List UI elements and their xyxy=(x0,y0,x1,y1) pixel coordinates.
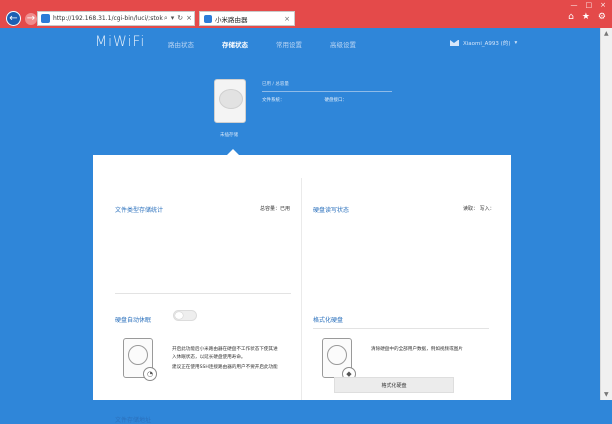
forward-button[interactable]: → xyxy=(25,13,37,25)
browser-tab[interactable]: 小米路由器 × xyxy=(199,11,295,26)
address-bar[interactable]: http://192.168.31.1/cgi-bin/luci/;stok=a… xyxy=(37,11,195,26)
file-stats-meta: 总容量：已用 xyxy=(260,206,291,212)
clock-badge-icon: ◔ xyxy=(143,367,157,381)
file-stats-divider xyxy=(115,293,291,294)
window-titlebar: — □ × xyxy=(0,0,612,9)
hdd-platter-icon xyxy=(128,345,148,365)
address-url[interactable]: http://192.168.31.1/cgi-bin/luci/;stok=a… xyxy=(53,15,163,22)
file-stats-title: 文件类型存储统计 xyxy=(115,207,164,214)
nav-advanced-settings[interactable]: 高级设置 xyxy=(330,39,356,49)
close-window-icon[interactable]: × xyxy=(600,1,606,9)
auto-sleep-toggle[interactable] xyxy=(173,310,197,321)
auto-sleep-desc-line3: 建议正在使用SSH连接路由器的用户不要开启此功能 xyxy=(172,365,278,370)
browser-icons: ⌂ ★ ⚙ xyxy=(568,12,606,22)
disk-port-label: 硬盘接口： xyxy=(324,98,348,103)
scroll-up-icon[interactable]: ▲ xyxy=(604,30,609,37)
hdd-sleep-icon: ◔ xyxy=(123,338,157,381)
top-navigation: 路由状态 存储状态 常用设置 高级设置 xyxy=(168,39,356,49)
maximize-icon[interactable]: □ xyxy=(586,1,593,9)
auto-sleep-title: 硬盘自动休眠 xyxy=(115,317,152,324)
disk-icon xyxy=(214,79,246,123)
disk-platter-icon xyxy=(219,89,243,109)
disk-rw-meta: 读取： 写入： xyxy=(463,206,495,212)
tab-label: 小米路由器 xyxy=(215,15,248,24)
nav-router-status[interactable]: 路由状态 xyxy=(168,39,194,49)
router-page: MiWiFi 路由状态 存储状态 常用设置 高级设置 Xiaomi_A993 (… xyxy=(0,28,600,424)
auto-sleep-desc-line1: 开启此功能后小米路由器在硬盘不工作状态下使其进 xyxy=(172,347,278,352)
column-divider xyxy=(301,178,302,400)
tab-close-icon[interactable]: × xyxy=(284,15,290,23)
disk-usage-line: 已用 / 总容量 xyxy=(262,81,392,92)
nav-storage-status[interactable]: 存储状态 xyxy=(222,39,248,49)
file-system-label: 文件系统： xyxy=(262,98,285,103)
hdd-platter-icon xyxy=(327,345,347,365)
disk-info: 已用 / 总容量 文件系统： 硬盘接口： xyxy=(262,81,392,103)
forward-arrow-icon: → xyxy=(26,13,36,24)
nav-common-settings[interactable]: 常用设置 xyxy=(276,39,302,49)
refresh-icon[interactable]: ↻ xyxy=(177,14,183,23)
miwifi-logo[interactable]: MiWiFi xyxy=(95,34,145,50)
hdd-format-icon: ◆ xyxy=(322,338,356,381)
dropdown-icon[interactable]: ▾ xyxy=(171,14,175,23)
format-title: 格式化硬盘 xyxy=(313,317,344,324)
back-arrow-icon: ← xyxy=(9,12,18,24)
chevron-down-icon[interactable]: ▾ xyxy=(514,40,517,46)
auto-sleep-desc-line2: 入休眠状态，以延长硬盘使用寿命。 xyxy=(172,355,246,360)
mail-icon[interactable] xyxy=(450,40,459,46)
auto-sleep-description: 开启此功能后小米路由器在硬盘不工作状态下使其进 入休眠状态，以延长硬盘使用寿命。… xyxy=(172,346,297,372)
disk-status-label: 未插存储 xyxy=(220,133,238,138)
favorites-star-icon[interactable]: ★ xyxy=(582,12,590,22)
user-menu[interactable]: Xiaomi_A993 (的) ▾ xyxy=(450,39,517,47)
disk-rw-title: 硬盘读写状态 xyxy=(313,207,350,214)
stop-icon[interactable]: × xyxy=(186,14,192,23)
address-tools: ⌕ ▾ ↻ × xyxy=(164,14,192,23)
format-disk-button[interactable]: 格式化硬盘 xyxy=(334,377,454,393)
search-icon[interactable]: ⌕ xyxy=(164,14,168,23)
settings-gear-icon[interactable]: ⚙ xyxy=(598,12,606,22)
browser-toolbar: ← → http://192.168.31.1/cgi-bin/luci/;st… xyxy=(0,9,612,28)
toggle-knob xyxy=(175,312,183,319)
format-description: 清除硬盘中的全部用户数据，例如视频或图片 xyxy=(371,347,463,352)
minimize-icon[interactable]: — xyxy=(571,1,578,9)
vertical-scrollbar[interactable]: ▲ ▼ xyxy=(600,28,612,400)
back-button[interactable]: ← xyxy=(6,11,21,26)
scroll-down-icon[interactable]: ▼ xyxy=(604,391,609,398)
window-controls: — □ × xyxy=(571,0,607,9)
home-icon[interactable]: ⌂ xyxy=(568,12,574,22)
user-name[interactable]: Xiaomi_A993 (的) xyxy=(463,39,510,47)
site-favicon-icon xyxy=(41,14,50,23)
tab-favicon-icon xyxy=(204,14,212,23)
storage-address-title: 文件存储地址 xyxy=(115,417,152,424)
format-divider xyxy=(313,328,489,329)
storage-card: 文件类型存储统计 总容量：已用 硬盘读写状态 读取： 写入： 硬盘自动休眠 ◔ … xyxy=(93,155,511,424)
